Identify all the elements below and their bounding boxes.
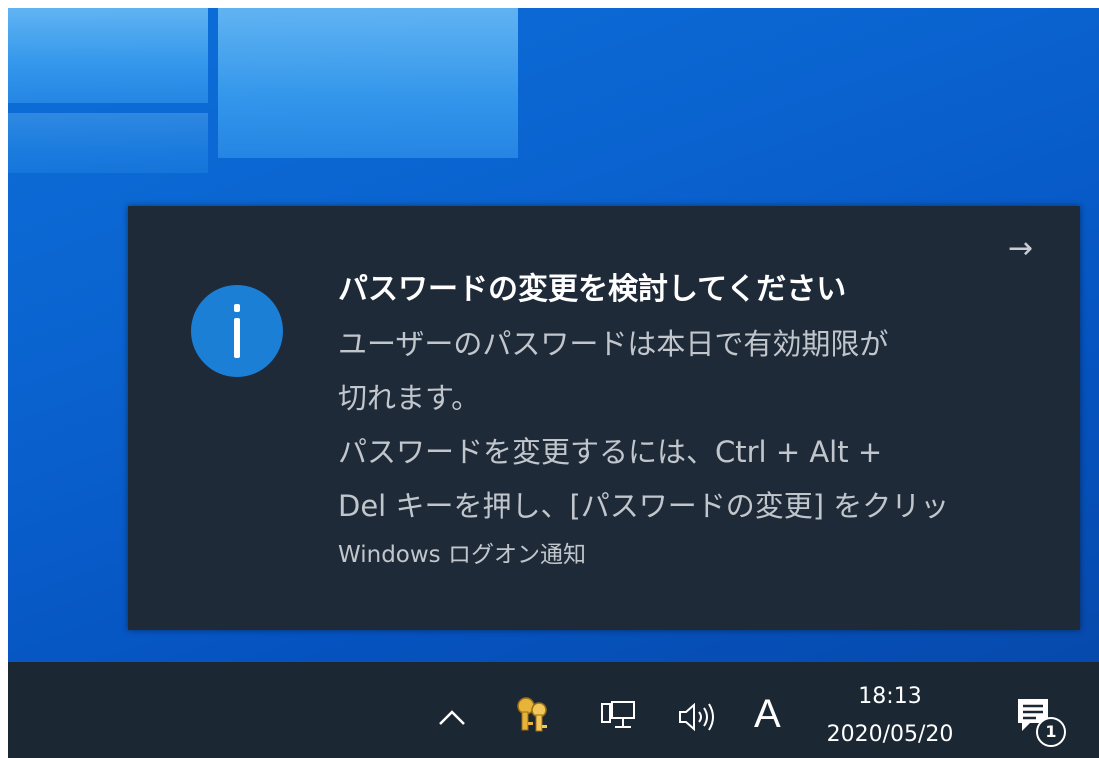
taskbar: A 18:13 2020/05/20 1 [8, 662, 1099, 758]
clock-date: 2020/05/20 [826, 722, 954, 747]
wallpaper-window-pane [8, 113, 208, 173]
wallpaper-window-pane [218, 8, 518, 158]
volume-icon[interactable] [676, 700, 722, 734]
info-icon [191, 285, 283, 377]
toast-notification[interactable]: → パスワードの変更を検討してください ユーザーのパスワードは本日で有効期限が … [128, 206, 1080, 630]
wallpaper-window-pane [8, 8, 208, 103]
ime-mode-indicator[interactable]: A [754, 692, 781, 736]
notification-title: パスワードの変更を検討してください [338, 272, 847, 307]
notification-source: Windows ログオン通知 [338, 542, 586, 568]
taskbar-clock[interactable]: 18:13 2020/05/20 [814, 678, 966, 754]
clock-time: 18:13 [858, 684, 922, 709]
arrow-right-icon[interactable]: → [1008, 234, 1033, 264]
desktop-wallpaper: → パスワードの変更を検討してください ユーザーのパスワードは本日で有効期限が … [8, 8, 1099, 758]
notification-body-line: パスワードを変更するには、Ctrl + Alt + [338, 435, 883, 469]
key-icon[interactable] [513, 694, 553, 734]
notification-count-badge: 1 [1036, 717, 1066, 747]
network-icon[interactable] [598, 698, 638, 734]
notification-body-line: ユーザーのパスワードは本日で有効期限が [338, 327, 889, 361]
chevron-up-icon[interactable] [434, 702, 470, 732]
notification-body-line: 切れます。 [338, 381, 481, 415]
action-center-button[interactable]: 1 [1014, 695, 1072, 749]
notification-body: ユーザーのパスワードは本日で有効期限が 切れます。 パスワードを変更するには、C… [338, 317, 1038, 533]
notification-body-line: Del キーを押し、[パスワードの変更] をクリッ [338, 489, 950, 523]
